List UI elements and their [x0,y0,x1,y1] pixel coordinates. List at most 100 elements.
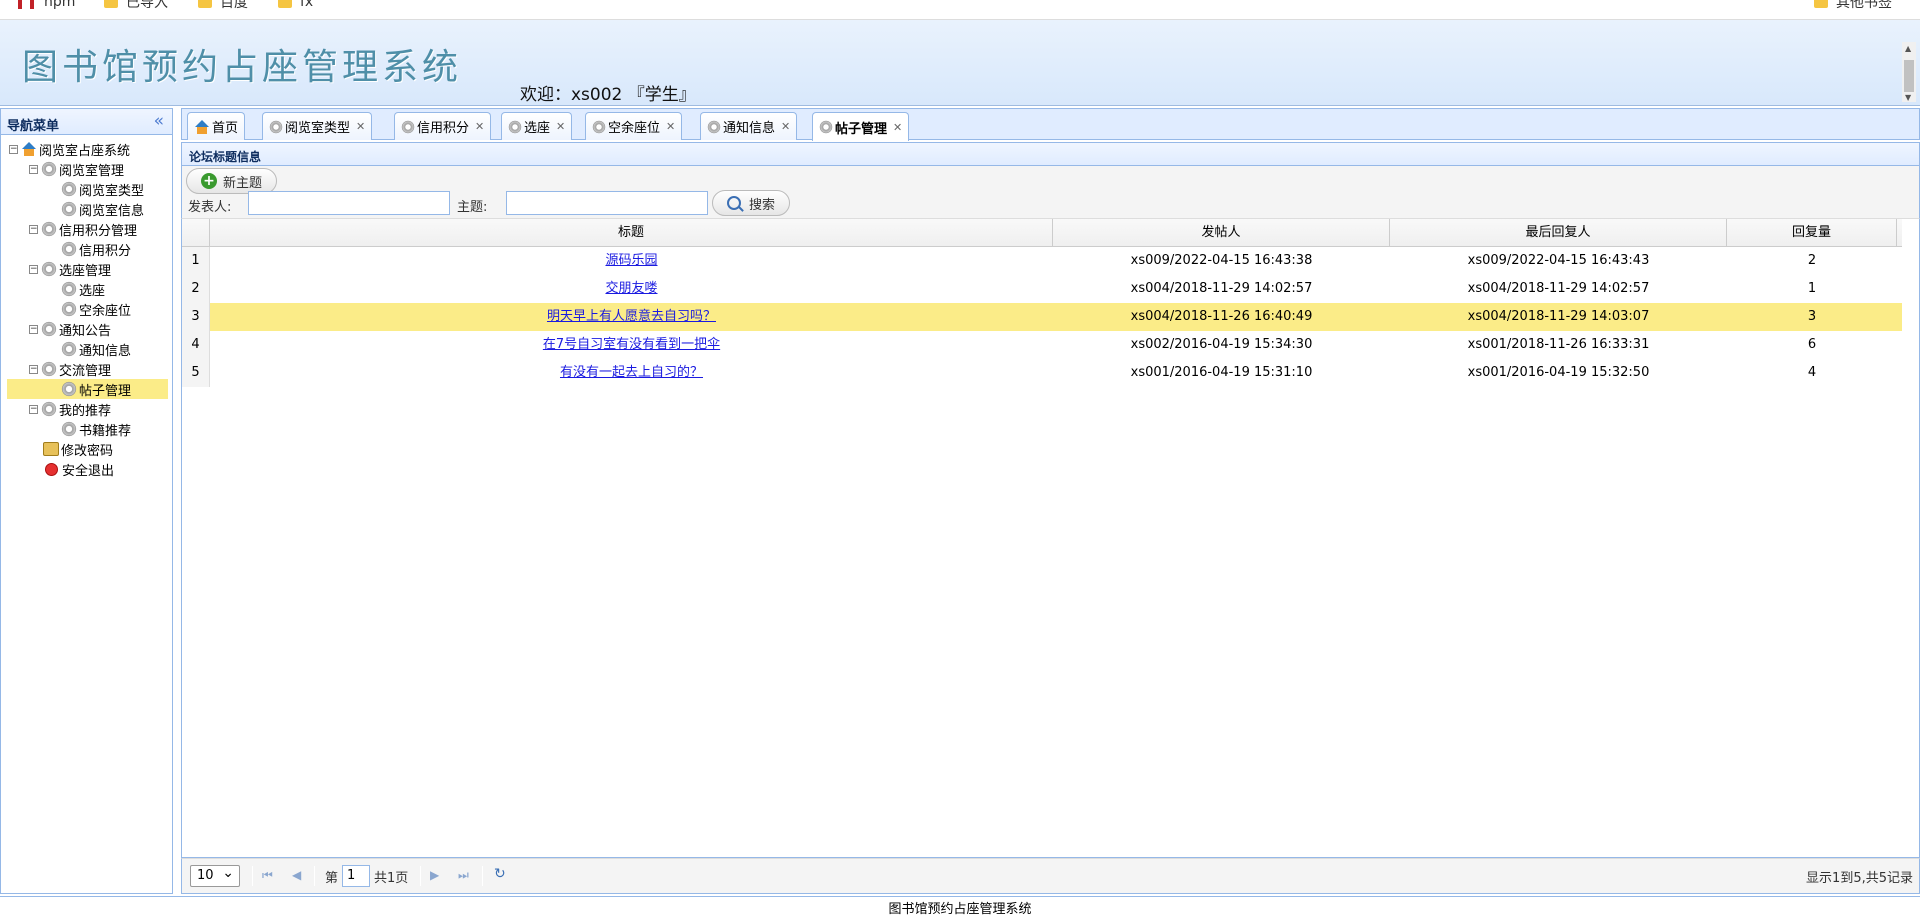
table-row-selected[interactable]: 3 明天早上有人愿意去自习吗？ xs004/2018-11-26 16:40:4… [182,303,1902,331]
sidebar-item-exchange-mgmt[interactable]: − 交流管理 [29,359,111,379]
sidebar-item-post-mgmt[interactable]: 帖子管理 [7,379,168,399]
sidebar-item-logout[interactable]: 安全退出 [43,459,114,479]
tab-home[interactable]: 首页 [187,112,246,140]
poster-cell: xs004/2018-11-29 14:02:57 [1130,281,1313,296]
sidebar-item-credit[interactable]: 信用积分 [61,239,131,259]
gear-icon [592,119,606,134]
tab-reading-room-type[interactable]: 阅览室类型 ✕ [262,112,373,140]
bookmark-imported[interactable]: 已导入 [104,0,168,11]
close-icon[interactable]: ✕ [356,120,365,133]
topic-input[interactable] [506,191,708,215]
tab-label: 通知信息 [723,121,776,136]
last-page-icon[interactable]: ⏭ [458,868,469,883]
app-header: 图书馆预约占座管理系统 欢迎：xs002 『学生』 ▲ ▼ [0,20,1920,106]
collapse-toggle-icon[interactable]: − [9,144,18,154]
collapse-toggle-icon[interactable]: − [29,224,38,234]
table-row[interactable]: 4 在7号自习室有没有看到一把伞 xs002/2016-04-19 15:34:… [182,331,1902,359]
header-poster[interactable]: 发帖人 [1053,219,1390,247]
header-replies[interactable]: 回复量 [1727,219,1897,247]
close-icon[interactable]: ✕ [666,120,675,133]
header-scrollbar[interactable]: ▲ ▼ [1902,42,1916,102]
page-size-select[interactable]: 10 [190,863,240,887]
tab-free-seats[interactable]: 空余座位 ✕ [585,112,683,140]
sidebar-item-label: 书籍推荐 [79,423,132,439]
sidebar-item-notice-info[interactable]: 通知信息 [61,339,131,359]
sidebar-item-my-recommend[interactable]: − 我的推荐 [29,399,111,419]
search-icon [727,196,741,210]
gear-icon [401,119,415,134]
bookmark-fx[interactable]: fx [278,0,313,10]
sidebar-item-select-seat[interactable]: 选座 [61,279,105,299]
home-icon [194,119,210,134]
bookmark-label: fx [300,0,314,10]
sidebar-item-notices[interactable]: − 通知公告 [29,319,111,339]
refresh-icon[interactable]: ↻ [494,866,506,882]
search-button[interactable]: 搜索 [712,190,791,216]
collapse-toggle-icon[interactable]: − [29,404,38,414]
sidebar-item-credit-mgmt[interactable]: − 信用积分管理 [29,219,137,239]
sidebar-item-change-password[interactable]: 修改密码 [43,439,113,459]
poster-cell: xs002/2016-04-19 15:34:30 [1130,337,1313,352]
sidebar-item-label: 帖子管理 [79,383,132,399]
title-cell: 有没有一起去上自习的？ [210,359,1053,387]
title-cell: 交朋友喽 [210,275,1053,303]
sidebar-item-reading-room-mgmt[interactable]: − 阅览室管理 [29,159,124,179]
close-icon[interactable]: ✕ [475,120,484,133]
toolbar: + 新主题 发表人: 主题: 搜索 [181,166,1920,218]
collapse-toggle-icon[interactable]: − [29,324,38,334]
footer-text: 图书馆预约占座管理系统 [888,902,1032,917]
pager-separator [420,866,421,886]
next-page-icon[interactable]: ▶ [430,868,439,882]
tab-post-mgmt[interactable]: 帖子管理 ✕ [812,112,910,141]
sidebar-item-free-seats[interactable]: 空余座位 [61,299,131,319]
sidebar-item-book-recommend[interactable]: 书籍推荐 [61,419,131,439]
tab-credit[interactable]: 信用积分 ✕ [394,112,492,140]
gear-icon [61,241,77,257]
sidebar-item-reading-room-type[interactable]: 阅览室类型 [61,179,144,199]
tab-label: 信用积分 [417,121,470,136]
scroll-up-icon[interactable]: ▲ [1905,44,1911,53]
prev-page-icon[interactable]: ◀ [292,868,301,882]
header-last-reply[interactable]: 最后回复人 [1390,219,1727,247]
table-row[interactable]: 1 源码乐园 xs009/2022-04-15 16:43:38 xs009/2… [182,247,1902,275]
grid-header: 标题 发帖人 最后回复人 回复量 [182,219,1902,247]
scrollbar-thumb[interactable] [1904,60,1914,92]
first-page-icon[interactable]: ⏮ [262,868,273,883]
close-icon[interactable]: ✕ [781,120,790,133]
double-chevron-left-icon[interactable]: « [154,111,164,131]
title-link[interactable]: 明天早上有人愿意去自习吗？ [547,309,716,324]
close-icon[interactable]: ✕ [556,120,565,133]
folder-icon [1814,0,1828,8]
title-link[interactable]: 交朋友喽 [605,281,657,296]
table-row[interactable]: 2 交朋友喽 xs004/2018-11-29 14:02:57 xs004/2… [182,275,1902,303]
collapse-toggle-icon[interactable]: − [29,164,38,174]
row-number: 5 [182,359,210,387]
bookmark-npm[interactable]: npm [18,0,75,10]
row-number: 1 [182,247,210,275]
sidebar-item-seat-mgmt[interactable]: − 选座管理 [29,259,111,279]
pager-separator [252,866,253,886]
title-link[interactable]: 源码乐园 [605,253,657,268]
tab-notice-info[interactable]: 通知信息 ✕ [700,112,798,140]
last-reply-cell: xs004/2018-11-29 14:03:07 [1467,309,1650,324]
title-link[interactable]: 在7号自习室有没有看到一把伞 [543,337,720,352]
nav-root[interactable]: − 阅览室占座系统 [9,139,130,159]
page-number-input[interactable]: 1 [342,865,370,887]
table-row[interactable]: 5 有没有一起去上自习的？ xs001/2016-04-19 15:31:10 … [182,359,1902,387]
row-number: 4 [182,331,210,359]
collapse-toggle-icon[interactable]: − [29,264,38,274]
header-title[interactable]: 标题 [210,219,1053,247]
close-icon[interactable]: ✕ [893,121,902,134]
collapse-toggle-icon[interactable]: − [29,364,38,374]
poster-label: 发表人: [188,200,232,215]
scroll-down-icon[interactable]: ▼ [1905,93,1911,102]
new-topic-label: 新主题 [223,175,263,191]
page-total: 共1页 [374,871,409,886]
title-link[interactable]: 有没有一起去上自习的？ [560,365,703,380]
poster-input[interactable] [248,191,450,215]
tab-select-seat[interactable]: 选座 ✕ [501,112,573,140]
sidebar-item-reading-room-info[interactable]: 阅览室信息 [61,199,144,219]
panel-title-bar: 论坛标题信息 [181,142,1920,166]
bookmark-other[interactable]: 其他书签 [1814,0,1892,11]
bookmark-baidu[interactable]: 百度 [198,0,248,11]
